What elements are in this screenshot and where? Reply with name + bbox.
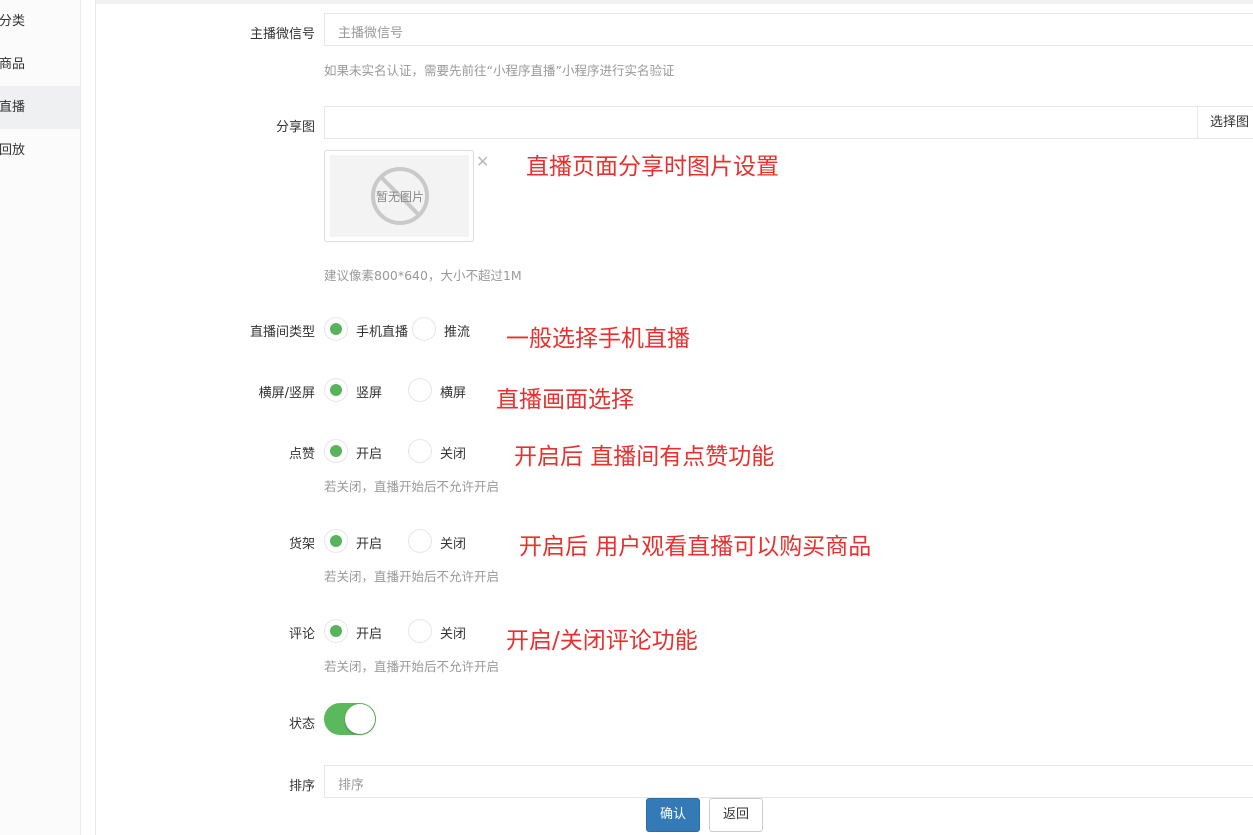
annotation-orientation: 直播画面选择: [496, 387, 634, 413]
divider: [81, 0, 96, 835]
annotation-comment: 开启/关闭评论功能: [506, 628, 698, 654]
wechat-label: 主播微信号: [249, 27, 315, 42]
radio-shelf-on[interactable]: [324, 529, 348, 553]
wechat-placeholder: 主播微信号: [338, 26, 404, 41]
share-image-input[interactable]: [324, 106, 1198, 139]
sidebar-item-label: 直播: [0, 100, 26, 115]
sort-input[interactable]: 排序: [324, 765, 1253, 798]
sort-label: 排序: [288, 779, 315, 794]
sidebar-item-replay[interactable]: 回放: [0, 129, 80, 172]
annotation-share: 直播页面分享时图片设置: [526, 154, 779, 180]
radio-label: 关闭: [440, 627, 467, 642]
sidebar-item-label: 商品: [0, 57, 26, 72]
radio-label: 推流: [444, 325, 471, 340]
sort-placeholder: 排序: [338, 778, 365, 793]
toggle-knob: [345, 704, 375, 734]
radio-label: 开启: [356, 447, 383, 462]
radio-label: 竖屏: [356, 386, 383, 401]
radio-room-type-phone[interactable]: [324, 317, 348, 341]
radio-shelf-off[interactable]: [408, 529, 432, 553]
radio-orientation-landscape[interactable]: [408, 378, 432, 402]
status-label: 状态: [288, 717, 315, 732]
like-label: 点赞: [288, 447, 315, 462]
select-image-button[interactable]: 选择图: [1197, 106, 1253, 139]
sidebar-item-products[interactable]: 商品: [0, 43, 80, 86]
no-image-text: 暂无图片: [376, 190, 424, 204]
sidebar-item-live[interactable]: 直播: [0, 86, 80, 129]
radio-orientation-portrait[interactable]: [324, 378, 348, 402]
like-help: 若关闭，直播开始后不允许开启: [324, 479, 500, 494]
shelf-help: 若关闭，直播开始后不允许开启: [324, 569, 500, 584]
share-image-label: 分享图: [275, 120, 315, 135]
comment-label: 评论: [288, 627, 315, 642]
confirm-button[interactable]: 确认: [646, 798, 700, 832]
share-image-help: 建议像素800*640，大小不超过1M: [324, 268, 522, 283]
status-toggle[interactable]: [324, 703, 376, 735]
radio-comment-on[interactable]: [324, 619, 348, 643]
sidebar-item-label: 分类: [0, 14, 26, 29]
remove-image-icon[interactable]: ✕: [476, 152, 489, 171]
comment-help: 若关闭，直播开始后不允许开启: [324, 659, 500, 674]
no-image-placeholder: 暂无图片: [330, 155, 469, 237]
orientation-label: 横屏/竖屏: [258, 386, 315, 401]
radio-label: 开启: [356, 537, 383, 552]
sidebar: 分类 商品 直播 回放: [0, 0, 81, 835]
radio-like-on[interactable]: [324, 439, 348, 463]
room-type-label: 直播间类型: [249, 325, 315, 340]
radio-like-off[interactable]: [408, 439, 432, 463]
share-image-preview[interactable]: 暂无图片: [324, 150, 474, 242]
annotation-like: 开启后 直播间有点赞功能: [514, 444, 775, 470]
radio-room-type-push[interactable]: [412, 317, 436, 341]
sidebar-item-category[interactable]: 分类: [0, 0, 80, 43]
annotation-shelf: 开启后 用户观看直播可以购买商品: [519, 534, 872, 560]
sidebar-item-label: 回放: [0, 143, 26, 158]
wechat-help: 如果未实名认证，需要先前往“小程序直播”小程序进行实名验证: [324, 63, 675, 78]
radio-comment-off[interactable]: [408, 619, 432, 643]
radio-label: 开启: [356, 627, 383, 642]
radio-label: 手机直播: [356, 325, 409, 340]
wechat-input[interactable]: 主播微信号: [324, 13, 1253, 46]
shelf-label: 货架: [288, 537, 315, 552]
radio-label: 关闭: [440, 447, 467, 462]
divider: [96, 0, 1253, 4]
back-button[interactable]: 返回: [709, 798, 763, 832]
radio-label: 关闭: [440, 537, 467, 552]
radio-label: 横屏: [440, 386, 467, 401]
annotation-room-type: 一般选择手机直播: [506, 326, 690, 352]
no-image-icon: 暂无图片: [371, 167, 429, 225]
